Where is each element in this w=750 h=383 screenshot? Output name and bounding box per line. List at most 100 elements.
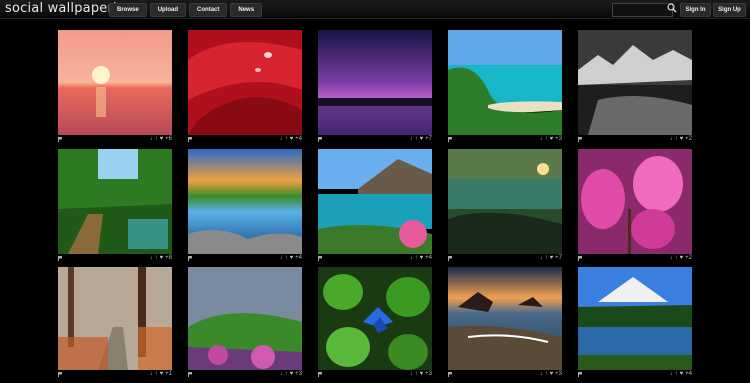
wallpaper-thumbnail[interactable] [58, 30, 172, 135]
heart-icon[interactable]: ♥ [420, 136, 424, 143]
upvote-icon[interactable]: ↑ [545, 136, 548, 143]
wallpaper-thumbnail[interactable] [188, 30, 302, 135]
wallpaper-thumbnail[interactable] [318, 267, 432, 370]
wallpaper-thumbnail[interactable] [188, 149, 302, 254]
download-icon[interactable]: ↓ [540, 371, 543, 378]
wallpaper-tile[interactable]: ↓ ↑ ♥ +3 [318, 267, 432, 379]
download-icon[interactable]: ↓ [670, 136, 673, 143]
upvote-icon[interactable]: ↑ [545, 255, 548, 262]
wallpaper-thumbnail[interactable] [188, 267, 302, 370]
download-icon[interactable]: ↓ [150, 371, 153, 378]
flag-icon[interactable] [188, 137, 192, 142]
flag-icon[interactable] [578, 137, 582, 142]
wallpaper-tile[interactable]: ↓ ↑ ♥ +8 [58, 149, 172, 263]
download-icon[interactable]: ↓ [410, 371, 413, 378]
wallpaper-thumbnail[interactable] [318, 149, 432, 254]
upvote-icon[interactable]: ↑ [675, 136, 678, 143]
upvote-icon[interactable]: ↑ [415, 255, 418, 262]
flag-icon[interactable] [448, 372, 452, 377]
search-input[interactable] [612, 3, 673, 17]
top-navigation-bar: social wallpapering Browse Upload Contac… [0, 0, 750, 19]
download-icon[interactable]: ↓ [410, 136, 413, 143]
download-icon[interactable]: ↓ [410, 255, 413, 262]
upvote-icon[interactable]: ↑ [415, 136, 418, 143]
heart-icon[interactable]: ♥ [290, 371, 294, 378]
wallpaper-tile[interactable]: ↓ ↑ ♥ +4 [188, 149, 302, 263]
wallpaper-thumbnail[interactable] [318, 30, 432, 135]
upvote-icon[interactable]: ↑ [675, 255, 678, 262]
wallpaper-thumbnail[interactable] [58, 149, 172, 254]
wallpaper-thumbnail[interactable] [578, 267, 692, 370]
upvote-icon[interactable]: ↑ [155, 255, 158, 262]
download-icon[interactable]: ↓ [670, 371, 673, 378]
download-icon[interactable]: ↓ [150, 255, 153, 262]
flag-icon[interactable] [578, 256, 582, 261]
wallpaper-thumbnail[interactable] [578, 149, 692, 254]
wallpaper-thumbnail[interactable] [448, 149, 562, 254]
download-icon[interactable]: ↓ [280, 136, 283, 143]
heart-icon[interactable]: ♥ [420, 371, 424, 378]
upvote-icon[interactable]: ↑ [415, 371, 418, 378]
download-icon[interactable]: ↓ [150, 136, 153, 143]
search-icon[interactable] [667, 3, 677, 13]
flag-icon[interactable] [318, 372, 322, 377]
flag-icon[interactable] [188, 372, 192, 377]
upvote-icon[interactable]: ↑ [285, 136, 288, 143]
nav-news-button[interactable]: News [230, 3, 263, 17]
wallpaper-tile[interactable]: ↓ ↑ ♥ +4 [318, 149, 432, 263]
wallpaper-tile[interactable]: ↓ ↑ ♥ +2 [578, 30, 692, 144]
flag-icon[interactable] [318, 137, 322, 142]
download-icon[interactable]: ↓ [280, 255, 283, 262]
wallpaper-thumbnail[interactable] [448, 267, 562, 370]
sign-in-button[interactable]: Sign In [680, 3, 711, 17]
wallpaper-tile[interactable]: ↓ ↑ ♥ +4 [188, 30, 302, 144]
upvote-icon[interactable]: ↑ [675, 371, 678, 378]
wallpaper-thumbnail[interactable] [578, 30, 692, 135]
wallpaper-tile[interactable]: ↓ ↑ ♥ +1 [58, 267, 172, 379]
heart-icon[interactable]: ♥ [290, 255, 294, 262]
flag-icon[interactable] [448, 137, 452, 142]
wallpaper-tile[interactable]: ↓ ↑ ♥ +3 [448, 267, 562, 379]
heart-icon[interactable]: ♥ [160, 136, 164, 143]
wallpaper-tile[interactable]: ↓ ↑ ♥ +7 [448, 149, 562, 263]
nav-browse-button[interactable]: Browse [109, 3, 147, 17]
heart-icon[interactable]: ♥ [160, 255, 164, 262]
flag-icon[interactable] [58, 137, 62, 142]
upvote-icon[interactable]: ↑ [155, 136, 158, 143]
wallpaper-thumbnail[interactable] [448, 30, 562, 135]
heart-icon[interactable]: ♥ [160, 371, 164, 378]
nav-contact-button[interactable]: Contact [189, 3, 228, 17]
upvote-icon[interactable]: ↑ [155, 371, 158, 378]
heart-icon[interactable]: ♥ [550, 136, 554, 143]
heart-icon[interactable]: ♥ [420, 255, 424, 262]
wallpaper-tile[interactable]: ↓ ↑ ♥ +2 [578, 149, 692, 263]
wallpaper-tile[interactable]: ↓ ↑ ♥ +6 [58, 30, 172, 144]
heart-icon[interactable]: ♥ [290, 136, 294, 143]
flag-icon[interactable] [448, 256, 452, 261]
wallpaper-tile[interactable]: ↓ ↑ ♥ +3 [188, 267, 302, 379]
heart-icon[interactable]: ♥ [680, 136, 684, 143]
like-count: +4 [295, 136, 302, 142]
heart-icon[interactable]: ♥ [680, 255, 684, 262]
flag-icon[interactable] [318, 256, 322, 261]
wallpaper-tile[interactable]: ↓ ↑ ♥ +4 [578, 267, 692, 379]
wallpaper-tile[interactable]: ↓ ↑ ♥ +3 [448, 30, 562, 144]
upvote-icon[interactable]: ↑ [545, 371, 548, 378]
flag-icon[interactable] [58, 372, 62, 377]
flag-icon[interactable] [188, 256, 192, 261]
download-icon[interactable]: ↓ [540, 255, 543, 262]
download-icon[interactable]: ↓ [540, 136, 543, 143]
nav-upload-button[interactable]: Upload [149, 3, 187, 17]
upvote-icon[interactable]: ↑ [285, 255, 288, 262]
heart-icon[interactable]: ♥ [680, 371, 684, 378]
sign-up-button[interactable]: Sign Up [713, 3, 746, 17]
flag-icon[interactable] [58, 256, 62, 261]
wallpaper-thumbnail[interactable] [58, 267, 172, 370]
heart-icon[interactable]: ♥ [550, 371, 554, 378]
upvote-icon[interactable]: ↑ [285, 371, 288, 378]
wallpaper-tile[interactable]: ↓ ↑ ♥ +7 [318, 30, 432, 144]
flag-icon[interactable] [578, 372, 582, 377]
heart-icon[interactable]: ♥ [550, 255, 554, 262]
download-icon[interactable]: ↓ [670, 255, 673, 262]
download-icon[interactable]: ↓ [280, 371, 283, 378]
